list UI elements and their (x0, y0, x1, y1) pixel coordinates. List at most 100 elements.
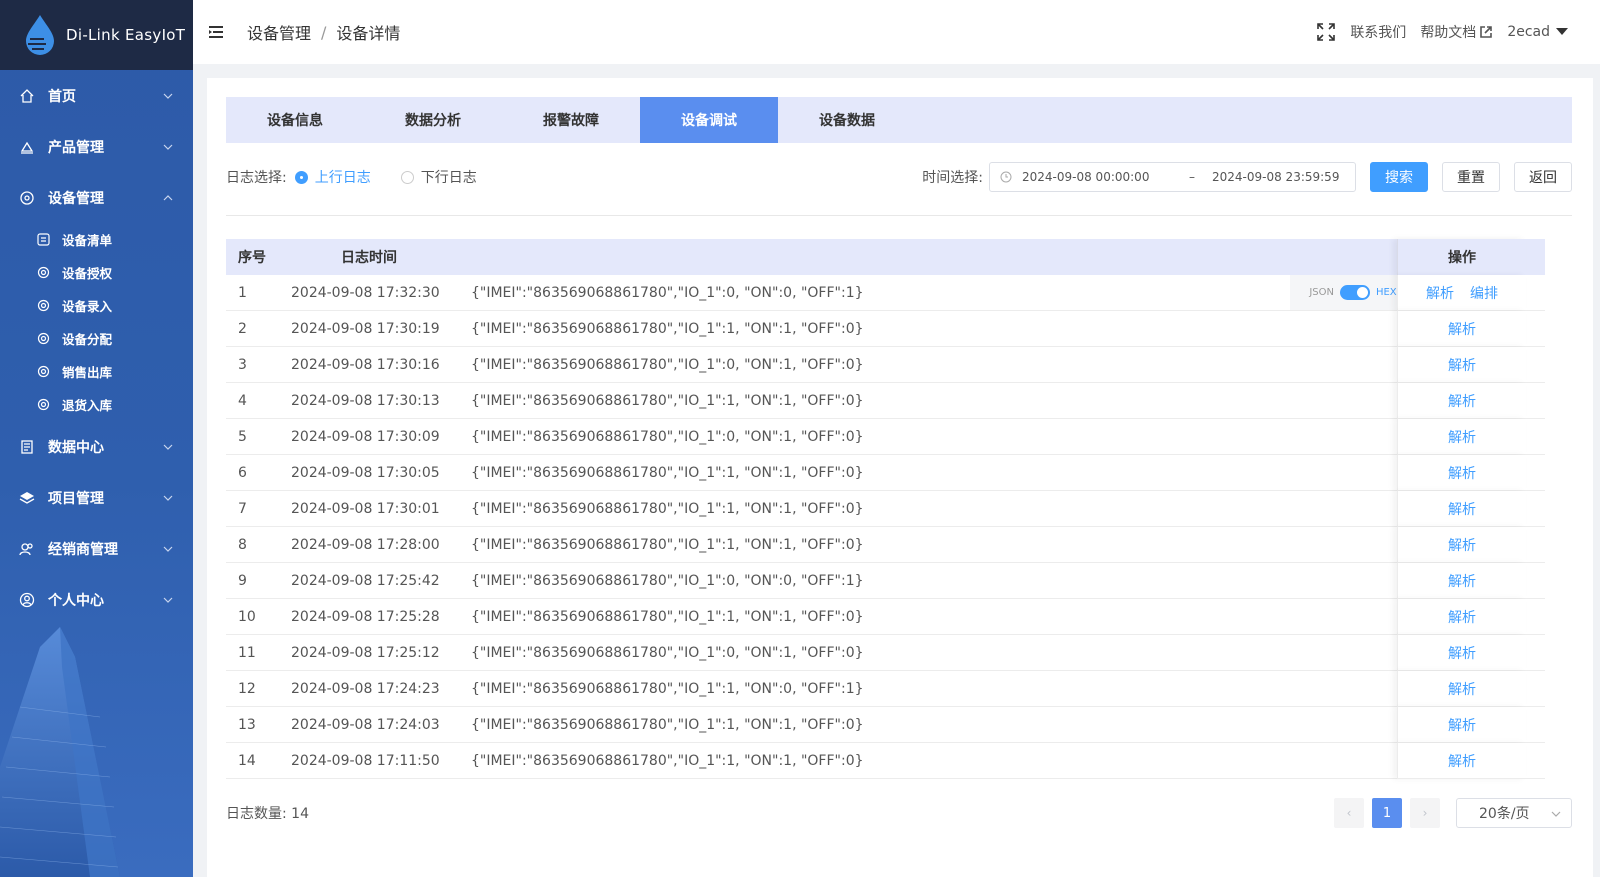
reset-button[interactable]: 重置 (1442, 162, 1500, 192)
hex-label: HEX (1375, 287, 1397, 298)
cell-time: 2024-09-08 17:24:03 (291, 716, 440, 733)
sidebar-item-1[interactable]: 产品管理 (0, 121, 193, 172)
submenu-item-3[interactable]: 设备分配 (0, 322, 193, 355)
cell-time: 2024-09-08 17:28:00 (291, 536, 440, 553)
sidebar-item-2[interactable]: 设备管理 (0, 172, 193, 223)
cell-data: {"IMEI":"863569068861780","IO_1":1, "ON"… (471, 536, 864, 553)
search-button[interactable]: 搜索 (1370, 162, 1428, 192)
fullscreen-icon[interactable] (1316, 22, 1336, 42)
json-label: JSON (1309, 287, 1334, 298)
parse-link[interactable]: 解析 (1448, 427, 1476, 447)
menu-toggle-icon[interactable] (209, 25, 225, 39)
parse-link[interactable]: 解析 (1448, 751, 1476, 771)
submenu-item-4[interactable]: 销售出库 (0, 355, 193, 388)
table-row: 2 2024-09-08 17:30:19 {"IMEI":"86356906886… (226, 311, 1545, 347)
header-operation: 操作 (1397, 239, 1526, 275)
parse-link[interactable]: 解析 (1448, 319, 1476, 339)
parse-link[interactable]: 解析 (1448, 535, 1476, 555)
downlink-log-radio[interactable]: 下行日志 (400, 167, 477, 187)
parse-link[interactable]: 解析 (1448, 607, 1476, 627)
parse-link[interactable]: 解析 (1448, 463, 1476, 483)
gear-icon (36, 266, 50, 280)
table-row: 3 2024-09-08 17:30:16 {"IMEI":"86356906886… (226, 347, 1545, 383)
cell-data: {"IMEI":"863569068861780","IO_1":1, "ON"… (471, 500, 864, 517)
operation-cells: 解析 编排 解析 解析 解析 解析 解析 解析 解析 解析 解析 解析 解析 解析 解析 (1397, 275, 1526, 779)
username: 2ecad (1507, 24, 1550, 40)
building-illustration (0, 627, 120, 877)
sidebar-item-4[interactable]: 项目管理 (0, 472, 193, 523)
tab-4[interactable]: 设备数据 (778, 97, 916, 143)
cell-time: 2024-09-08 17:11:50 (291, 752, 440, 769)
sidebar-item-3[interactable]: 数据中心 (0, 421, 193, 472)
parse-link[interactable]: 解析 (1448, 571, 1476, 591)
range-separator: – (1189, 170, 1195, 184)
page-size-select[interactable]: 20条/页 (1456, 798, 1572, 828)
user-menu[interactable]: 2ecad (1507, 24, 1568, 40)
layers-icon (18, 489, 36, 507)
contact-us-link[interactable]: 联系我们 (1350, 22, 1406, 42)
pagination: ‹ 1 › 20条/页 (1326, 797, 1572, 829)
sidebar-item-0[interactable]: 首页 (0, 70, 193, 121)
tab-1[interactable]: 数据分析 (364, 97, 502, 143)
page-size-value: 20条/页 (1479, 806, 1530, 822)
uplink-log-radio[interactable]: 上行日志 (294, 167, 371, 187)
parse-link[interactable]: 解析 (1448, 391, 1476, 411)
operation-cell: 解析 (1397, 455, 1526, 491)
help-docs-link[interactable]: 帮助文档 (1420, 22, 1493, 42)
operation-cell: 解析 (1397, 671, 1526, 707)
breadcrumb-separator: / (321, 22, 327, 42)
tab-2[interactable]: 报警故障 (502, 97, 640, 143)
submenu-item-1[interactable]: 设备授权 (0, 256, 193, 289)
parse-link[interactable]: 解析 (1448, 355, 1476, 375)
edit-link[interactable]: 编排 (1470, 283, 1498, 303)
parse-link[interactable]: 解析 (1448, 499, 1476, 519)
end-date[interactable]: 2024-09-08 23:59:59 (1212, 170, 1339, 184)
parse-link[interactable]: 解析 (1426, 283, 1454, 303)
table-row: 10 2024-09-08 17:25:28 {"IMEI":"8635690688… (226, 599, 1545, 635)
table-row: 6 2024-09-08 17:30:05 {"IMEI":"86356906886… (226, 455, 1545, 491)
next-page-button[interactable]: › (1410, 798, 1440, 828)
page-1-button[interactable]: 1 (1372, 798, 1402, 828)
tab-0[interactable]: 设备信息 (226, 97, 364, 143)
sidebar-item-5[interactable]: 经销商管理 (0, 523, 193, 574)
header-actions: 联系我们 帮助文档 2ecad (1302, 0, 1568, 64)
sidebar-item-6[interactable]: 个人中心 (0, 574, 193, 625)
gear-icon (36, 365, 50, 379)
table-row: 13 2024-09-08 17:24:03 {"IMEI":"8635690688… (226, 707, 1545, 743)
prev-page-button[interactable]: ‹ (1334, 798, 1364, 828)
log-count: 日志数量: 14 (226, 806, 309, 822)
sidebar-menu: 首页产品管理设备管理 设备清单设备授权设备录入 设备分配 销售出库 退货入库 数据中心 项目… (0, 70, 193, 625)
submenu-item-0[interactable]: 设备清单 (0, 223, 193, 256)
start-date[interactable]: 2024-09-08 00:00:00 (1022, 170, 1172, 184)
sidebar-item-label: 产品管理 (48, 139, 104, 156)
uplink-log-label: 上行日志 (314, 170, 371, 186)
operation-cell: 解析 (1397, 743, 1526, 779)
filter-row: 日志选择: 上行日志 下行日志 时间选择: 2024-09-08 00:00:0… (226, 162, 1572, 192)
operation-cell: 解析 (1397, 347, 1526, 383)
parse-link[interactable]: 解析 (1448, 715, 1476, 735)
submenu-item-2[interactable]: 设备录入 (0, 289, 193, 322)
operation-cell: 解析 (1397, 527, 1526, 563)
table-footer: 日志数量: 14 ‹ 1 › 20条/页 (226, 797, 1572, 829)
parse-link[interactable]: 解析 (1448, 643, 1476, 663)
product-icon (18, 138, 36, 156)
user-icon (18, 591, 36, 609)
clock-icon (1000, 171, 1012, 183)
parse-link[interactable]: 解析 (1448, 679, 1476, 699)
radio-dot (400, 170, 414, 184)
date-range-picker[interactable]: 2024-09-08 00:00:00 – 2024-09-08 23:59:5… (989, 162, 1356, 192)
back-button[interactable]: 返回 (1514, 162, 1572, 192)
cell-data: {"IMEI":"863569068861780","IO_1":0, "ON"… (471, 572, 864, 589)
cell-time: 2024-09-08 17:24:23 (291, 680, 440, 697)
json-hex-switch[interactable] (1339, 285, 1370, 300)
top-header: 设备管理 / 设备详情 联系我们 帮助文档 2ecad (193, 0, 1600, 64)
breadcrumb-device-mgmt[interactable]: 设备管理 (247, 20, 311, 44)
logo-bar: Di-Link EasyIoT (0, 0, 193, 70)
submenu-item-label: 设备授权 (62, 266, 113, 281)
tab-3[interactable]: 设备调试 (640, 97, 778, 143)
cell-no: 2 (238, 320, 247, 337)
radio-dot (294, 170, 308, 184)
caret-down-icon (1556, 28, 1568, 35)
submenu-item-5[interactable]: 退货入库 (0, 388, 193, 421)
operation-column: 操作 解析 编排 解析 解析 解析 解析 解析 解析 解析 解析 解析 解析 解析 解析 解析 (1397, 239, 1526, 779)
